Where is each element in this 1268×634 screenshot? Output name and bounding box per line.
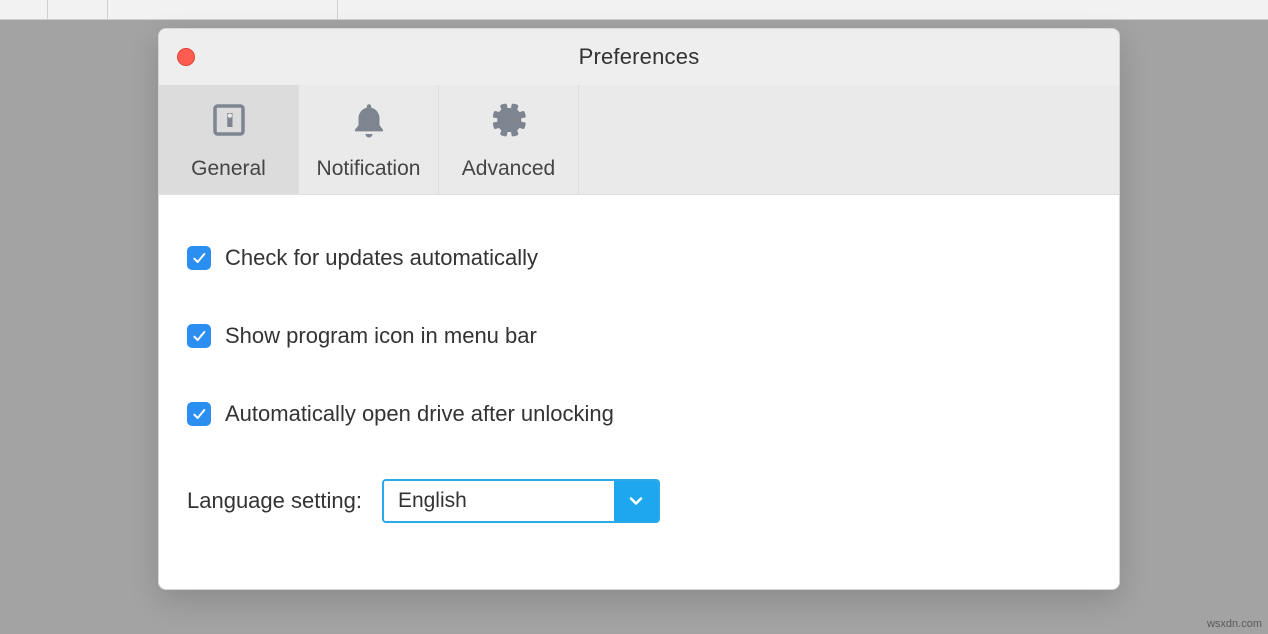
bg-segment	[0, 0, 48, 19]
gear-icon	[488, 99, 530, 147]
option-label: Automatically open drive after unlocking	[225, 401, 614, 427]
general-panel: Check for updates automatically Show pro…	[159, 195, 1119, 589]
bell-icon	[348, 99, 390, 147]
checkbox-checked-icon[interactable]	[187, 246, 211, 270]
close-button[interactable]	[177, 48, 195, 66]
general-icon	[208, 99, 250, 147]
language-label: Language setting:	[187, 488, 362, 514]
bg-segment	[48, 0, 108, 19]
preferences-dialog: Preferences General Notification Advance…	[158, 28, 1120, 590]
checkbox-checked-icon[interactable]	[187, 402, 211, 426]
tab-label: Advanced	[462, 157, 555, 181]
bg-segment	[108, 0, 338, 19]
background-toolbar	[0, 0, 1268, 20]
tab-bar: General Notification Advanced	[159, 85, 1119, 195]
tab-notification[interactable]: Notification	[299, 85, 439, 194]
tab-label: Notification	[317, 157, 421, 181]
checkbox-checked-icon[interactable]	[187, 324, 211, 348]
tab-advanced[interactable]: Advanced	[439, 85, 579, 194]
tab-label: General	[191, 157, 266, 181]
option-label: Show program icon in menu bar	[225, 323, 537, 349]
language-select[interactable]: English	[382, 479, 660, 523]
tab-general[interactable]: General	[159, 85, 299, 194]
option-show-menubar-icon[interactable]: Show program icon in menu bar	[187, 323, 1091, 349]
window-title: Preferences	[159, 44, 1119, 70]
titlebar: Preferences	[159, 29, 1119, 85]
chevron-down-icon[interactable]	[614, 481, 658, 521]
option-auto-open-drive[interactable]: Automatically open drive after unlocking	[187, 401, 1091, 427]
watermark: wsxdn.com	[1207, 618, 1262, 630]
option-label: Check for updates automatically	[225, 245, 538, 271]
option-check-updates[interactable]: Check for updates automatically	[187, 245, 1091, 271]
language-setting-row: Language setting: English	[187, 479, 1091, 523]
language-select-value: English	[384, 481, 614, 521]
